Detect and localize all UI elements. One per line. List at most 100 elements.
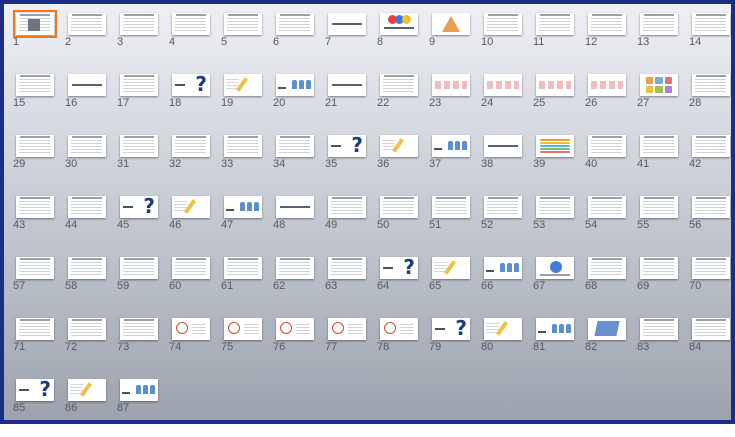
slide-preview[interactable] (224, 196, 262, 218)
slide-thumbnail[interactable]: 70 (689, 254, 735, 315)
slide-preview[interactable] (588, 135, 626, 157)
slide-thumbnail[interactable]: 76 (273, 315, 324, 376)
slide-thumbnail[interactable]: 80 (481, 315, 532, 376)
slide-thumbnail[interactable]: 1 (13, 10, 64, 71)
slide-thumbnail[interactable]: 74 (169, 315, 220, 376)
slide-thumbnail[interactable]: 75 (221, 315, 272, 376)
slide-preview[interactable] (276, 318, 314, 340)
slide-preview[interactable] (120, 74, 158, 96)
slide-preview[interactable] (536, 318, 574, 340)
slide-thumbnail[interactable]: 25 (533, 71, 584, 132)
slide-preview[interactable] (172, 135, 210, 157)
slide-thumbnail[interactable]: 19 (221, 71, 272, 132)
slide-preview[interactable] (224, 318, 262, 340)
slide-thumbnail[interactable]: 60 (169, 254, 220, 315)
slide-preview[interactable] (276, 196, 314, 218)
slide-thumbnail[interactable]: 5 (221, 10, 272, 71)
slide-thumbnail[interactable]: 67 (533, 254, 584, 315)
slide-preview[interactable] (484, 318, 522, 340)
slide-thumbnail[interactable]: 9 (429, 10, 480, 71)
slide-preview[interactable] (172, 13, 210, 35)
slide-preview[interactable] (432, 135, 470, 157)
slide-preview[interactable] (640, 196, 678, 218)
slide-preview[interactable] (588, 196, 626, 218)
slide-preview[interactable] (172, 257, 210, 279)
slide-thumbnail[interactable]: 41 (637, 132, 688, 193)
slide-thumbnail[interactable]: 55 (637, 193, 688, 254)
slide-preview[interactable] (536, 257, 574, 279)
slide-thumbnail[interactable]: 56 (689, 193, 735, 254)
slide-thumbnail[interactable]: 57 (13, 254, 64, 315)
slide-preview[interactable] (484, 196, 522, 218)
slide-preview[interactable] (588, 13, 626, 35)
slide-preview[interactable] (692, 257, 730, 279)
slide-preview[interactable] (16, 196, 54, 218)
slide-preview[interactable] (484, 135, 522, 157)
slide-preview[interactable] (380, 74, 418, 96)
slide-thumbnail[interactable]: 53 (533, 193, 584, 254)
slide-thumbnail[interactable]: 28 (689, 71, 735, 132)
slide-thumbnail[interactable]: 34 (273, 132, 324, 193)
slide-preview[interactable] (432, 74, 470, 96)
slide-preview[interactable]: ? (328, 135, 366, 157)
slide-preview[interactable] (68, 74, 106, 96)
slide-preview[interactable] (16, 135, 54, 157)
slide-preview[interactable] (276, 13, 314, 35)
slide-thumbnail[interactable]: 14 (689, 10, 735, 71)
slide-thumbnail[interactable]: 66 (481, 254, 532, 315)
slide-preview[interactable] (68, 318, 106, 340)
slide-preview[interactable] (224, 257, 262, 279)
slide-thumbnail[interactable]: 42 (689, 132, 735, 193)
slide-preview[interactable] (224, 13, 262, 35)
slide-thumbnail[interactable]: 38 (481, 132, 532, 193)
slide-preview[interactable] (536, 13, 574, 35)
slide-preview[interactable] (432, 196, 470, 218)
slide-thumbnail[interactable]: 3 (117, 10, 168, 71)
slide-thumbnail[interactable]: 73 (117, 315, 168, 376)
slide-preview[interactable] (588, 74, 626, 96)
slide-preview[interactable] (380, 13, 418, 35)
slide-preview[interactable] (172, 196, 210, 218)
slide-preview[interactable] (16, 318, 54, 340)
slide-thumbnail[interactable]: 10 (481, 10, 532, 71)
slide-preview[interactable]: ? (172, 74, 210, 96)
slide-thumbnail[interactable]: 23 (429, 71, 480, 132)
slide-thumbnail[interactable]: 15 (13, 71, 64, 132)
slide-thumbnail[interactable]: 63 (325, 254, 376, 315)
slide-preview[interactable] (640, 135, 678, 157)
slide-thumbnail[interactable]: 17 (117, 71, 168, 132)
slide-thumbnail[interactable]: ? 45 (117, 193, 168, 254)
slide-preview[interactable] (328, 74, 366, 96)
slide-preview[interactable] (68, 257, 106, 279)
slide-thumbnail[interactable]: ? 85 (13, 376, 64, 437)
slide-thumbnail[interactable]: 11 (533, 10, 584, 71)
slide-preview[interactable] (172, 318, 210, 340)
slide-thumbnail[interactable]: ? 64 (377, 254, 428, 315)
slide-preview[interactable]: ? (120, 196, 158, 218)
slide-preview[interactable] (536, 196, 574, 218)
slide-preview[interactable] (120, 135, 158, 157)
slide-thumbnail[interactable]: 86 (65, 376, 116, 437)
slide-preview[interactable] (328, 257, 366, 279)
slide-thumbnail[interactable]: 46 (169, 193, 220, 254)
slide-thumbnail[interactable]: 50 (377, 193, 428, 254)
slide-preview[interactable] (276, 257, 314, 279)
slide-thumbnail[interactable]: 48 (273, 193, 324, 254)
slide-preview[interactable] (588, 257, 626, 279)
slide-thumbnail[interactable]: 68 (585, 254, 636, 315)
slide-thumbnail[interactable]: 12 (585, 10, 636, 71)
slide-thumbnail[interactable]: 36 (377, 132, 428, 193)
slide-thumbnail[interactable]: 22 (377, 71, 428, 132)
slide-thumbnail[interactable]: 54 (585, 193, 636, 254)
slide-thumbnail[interactable]: 21 (325, 71, 376, 132)
slide-preview[interactable] (692, 196, 730, 218)
slide-thumbnail[interactable]: 81 (533, 315, 584, 376)
slide-thumbnail[interactable]: 29 (13, 132, 64, 193)
slide-thumbnail[interactable]: 52 (481, 193, 532, 254)
slide-thumbnail[interactable]: 72 (65, 315, 116, 376)
slide-thumbnail[interactable]: 16 (65, 71, 116, 132)
slide-thumbnail[interactable]: 27 (637, 71, 688, 132)
slide-preview[interactable] (276, 135, 314, 157)
slide-preview[interactable] (120, 379, 158, 401)
slide-preview[interactable] (640, 257, 678, 279)
